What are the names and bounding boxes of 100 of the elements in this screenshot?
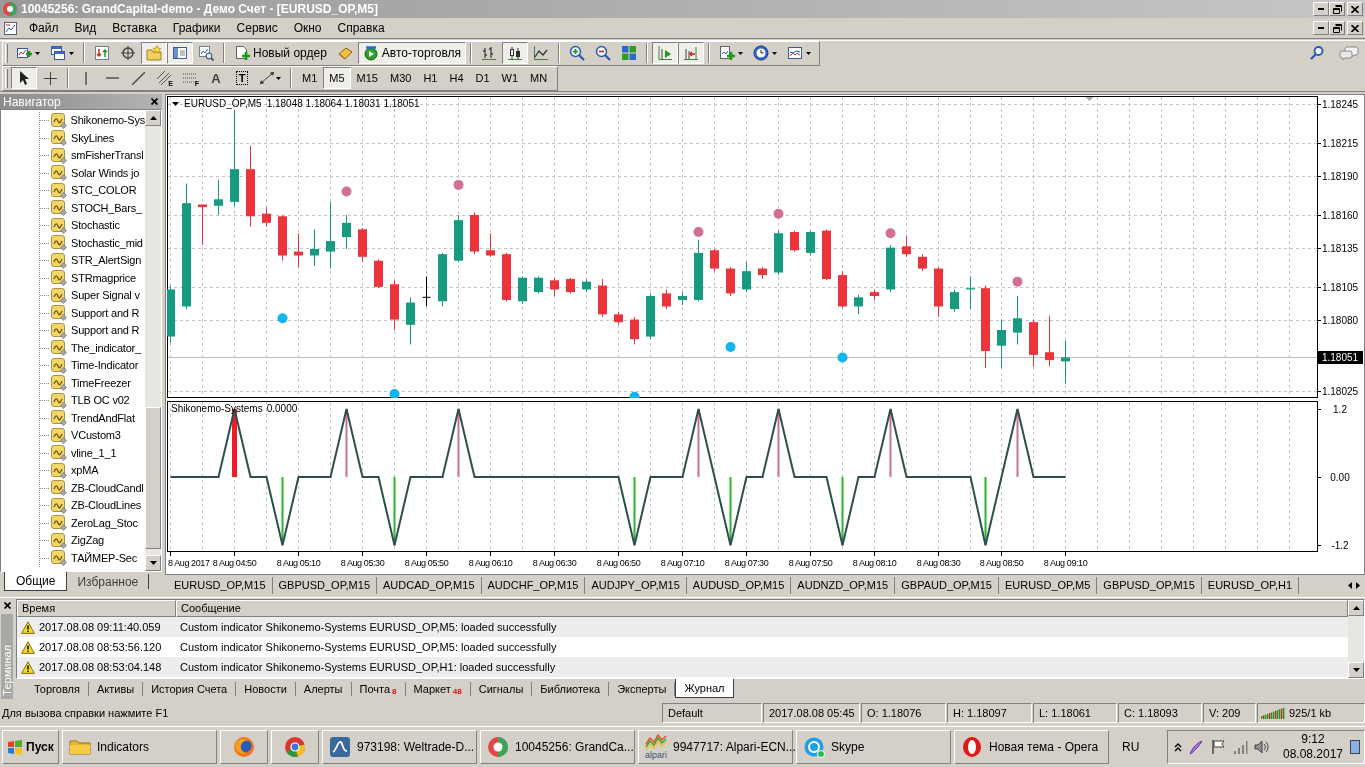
start-button[interactable]: Пуск <box>2 730 59 764</box>
restore-button[interactable] <box>1329 21 1345 35</box>
tool-button[interactable]: T <box>229 67 255 89</box>
navigator-item[interactable]: STRmagprice <box>49 270 137 287</box>
taskbar-button[interactable]: 973198: Weltrade-D... <box>322 730 477 764</box>
taskbar-app-button[interactable] <box>271 730 319 764</box>
candle <box>742 261 751 293</box>
chart-tab[interactable]: GBPUSD_OP,M15 <box>1097 576 1202 594</box>
minimize-button[interactable] <box>1313 21 1329 35</box>
taskbar-app-button[interactable] <box>220 730 268 764</box>
close-button[interactable] <box>151 98 158 105</box>
panel-tab[interactable]: Сигналы <box>470 682 533 696</box>
navigator-item[interactable]: vline_1_1 <box>49 445 117 462</box>
navigator-item[interactable]: VCustom3 <box>49 427 121 444</box>
chart-tab[interactable]: EURUSD_OP,H1 <box>1201 576 1299 594</box>
timeframe-button[interactable]: H1 <box>417 67 444 89</box>
panel-tab[interactable]: Общие <box>4 572 68 591</box>
language-indicator[interactable]: RU <box>1122 741 1144 753</box>
timeframe-button[interactable]: M30 <box>383 67 418 89</box>
navigator-item[interactable]: TimeFreezer <box>49 375 131 392</box>
chart-tab[interactable]: EURUSD_OP,M15 <box>168 576 273 594</box>
chart-tab[interactable]: AUDCHF_OP,M15 <box>481 576 586 594</box>
log-row[interactable]: 2017.08.08 08:53:04.148 Custom indicator Shikonemo-Systems EURUSD_OP,H1: loaded successfully <box>17 657 1348 677</box>
navigator-item[interactable]: STOCH_Bars_ <box>49 200 142 217</box>
tool-button[interactable]: A <box>203 67 229 89</box>
navigator-item[interactable]: smFisherTransl <box>49 147 144 164</box>
menu-item[interactable]: Окно <box>285 18 330 38</box>
timeframe-button[interactable]: M15 <box>350 67 384 89</box>
navigator-item[interactable]: TLB OC v02 <box>49 392 130 409</box>
chart-tab[interactable]: AUDUSD_OP,M15 <box>686 576 792 594</box>
panel-tab[interactable]: Торговля <box>26 682 89 696</box>
menu-item[interactable]: Сервис <box>228 18 286 38</box>
navigator-item[interactable]: STR_AlertSign <box>49 252 142 269</box>
timeframe-button[interactable]: D1 <box>469 67 496 89</box>
panel-tab[interactable]: Новости <box>236 682 296 696</box>
taskbar-button[interactable]: 10045256: GrandCa... <box>480 730 635 764</box>
tool-button[interactable] <box>11 67 37 89</box>
restore-button[interactable] <box>1329 2 1345 16</box>
browser-icon <box>284 736 306 758</box>
menu-item[interactable]: Вид <box>66 18 105 38</box>
timeframe-button[interactable]: W1 <box>495 67 525 89</box>
toolbar-button[interactable]: Новый ордер <box>229 42 332 64</box>
navigator-item[interactable]: ZB-CloudCandl <box>49 480 144 497</box>
scroll-up-button[interactable] <box>145 110 161 126</box>
toolbar-button[interactable]: Авто-торговля <box>357 42 467 64</box>
navigator-item[interactable]: Support and R <box>49 305 140 322</box>
timeframe-button[interactable]: MN <box>524 67 554 89</box>
taskbar-button[interactable]: Новая тема - Opera <box>954 730 1109 764</box>
navigator-item[interactable]: Stochastic_mid <box>49 235 143 252</box>
menu-item[interactable]: Справка <box>329 18 393 38</box>
chart-tab[interactable]: EURUSD_OP,M5 <box>998 576 1098 594</box>
navigator-item[interactable]: Shikonemo-Sys <box>48 112 145 129</box>
menu-item[interactable]: Вставка <box>104 18 165 38</box>
chart-tab[interactable]: GBPAUD_OP,M15 <box>895 576 999 594</box>
search-button[interactable] <box>1309 45 1325 61</box>
column-header[interactable]: Сообщение <box>176 600 1348 617</box>
navigator-item[interactable]: Support and R <box>49 322 140 339</box>
chart-tab[interactable]: AUDNZD_OP,M15 <box>791 576 896 594</box>
timeframe-button[interactable]: H4 <box>443 67 470 89</box>
wave-tile-icon <box>51 550 67 567</box>
axis-label: 1.18160 <box>1321 210 1359 221</box>
navigator-item[interactable]: Solar Winds jo <box>49 165 140 182</box>
panel-tab[interactable]: Алерты <box>295 682 352 696</box>
panel-tab[interactable]: Активы <box>88 682 144 696</box>
menu-item[interactable]: Графики <box>164 18 229 38</box>
navigator-item[interactable]: STC_COLOR <box>49 182 137 199</box>
navigator-item[interactable]: Time-Indicator <box>49 357 139 374</box>
scroll-up-button[interactable] <box>1348 600 1364 616</box>
navigator-item[interactable]: Stochastic <box>49 217 120 234</box>
taskbar-button[interactable]: Skype <box>796 730 951 764</box>
column-header[interactable]: Время <box>17 600 176 617</box>
toolbar-button[interactable] <box>167 42 193 64</box>
scroll-down-button[interactable] <box>145 555 161 571</box>
navigator-item[interactable]: xpMA <box>49 462 99 479</box>
minimize-button[interactable] <box>1313 2 1329 16</box>
navigator-item[interactable]: Super Signal v <box>49 287 140 304</box>
timeframe-button[interactable]: M5 <box>323 67 351 89</box>
timeframe-button[interactable]: M1 <box>296 67 324 89</box>
chart-tab[interactable]: AUDCAD_OP,M15 <box>377 576 482 594</box>
close-button[interactable] <box>3 599 11 611</box>
chart-tab[interactable]: GBPUSD_OP,M15 <box>272 576 377 594</box>
scroll-thumb[interactable] <box>145 407 161 549</box>
toolbar-button[interactable] <box>502 42 529 64</box>
navigator-item[interactable]: ZB-CloudLines <box>49 497 142 514</box>
panel-tab[interactable]: Избранное <box>67 574 150 589</box>
navigator-item[interactable]: ZeroLag_Stoc <box>49 515 138 532</box>
navigator-item[interactable]: SkyLines <box>49 130 115 147</box>
navigator-item[interactable]: The_indicator_ <box>49 340 141 357</box>
navigator-item[interactable]: TrendAndFlat <box>49 410 135 427</box>
panel-tab[interactable]: Библиотека <box>532 682 610 696</box>
panel-tab[interactable]: Журнал <box>675 679 734 698</box>
scroll-down-button[interactable] <box>1348 662 1364 678</box>
panel-tab[interactable]: История Счета <box>143 682 237 696</box>
chart-tab[interactable]: AUDJPY_OP,M15 <box>585 576 687 594</box>
navigator-item[interactable]: ТАЙМЕР-Sec <box>49 550 138 567</box>
log-row[interactable]: 2017.08.08 09:11:40.059 Custom indicator Shikonemo-Systems EURUSD_OP,M5: loaded successfully <box>17 617 1348 637</box>
menu-item[interactable]: Файл <box>21 18 67 38</box>
taskbar-button[interactable]: Indicators <box>62 730 217 764</box>
navigator-item[interactable]: ZigZag <box>49 532 105 549</box>
taskbar-button[interactable]: alpari 9947717: Alpari-ECN... <box>638 730 793 764</box>
